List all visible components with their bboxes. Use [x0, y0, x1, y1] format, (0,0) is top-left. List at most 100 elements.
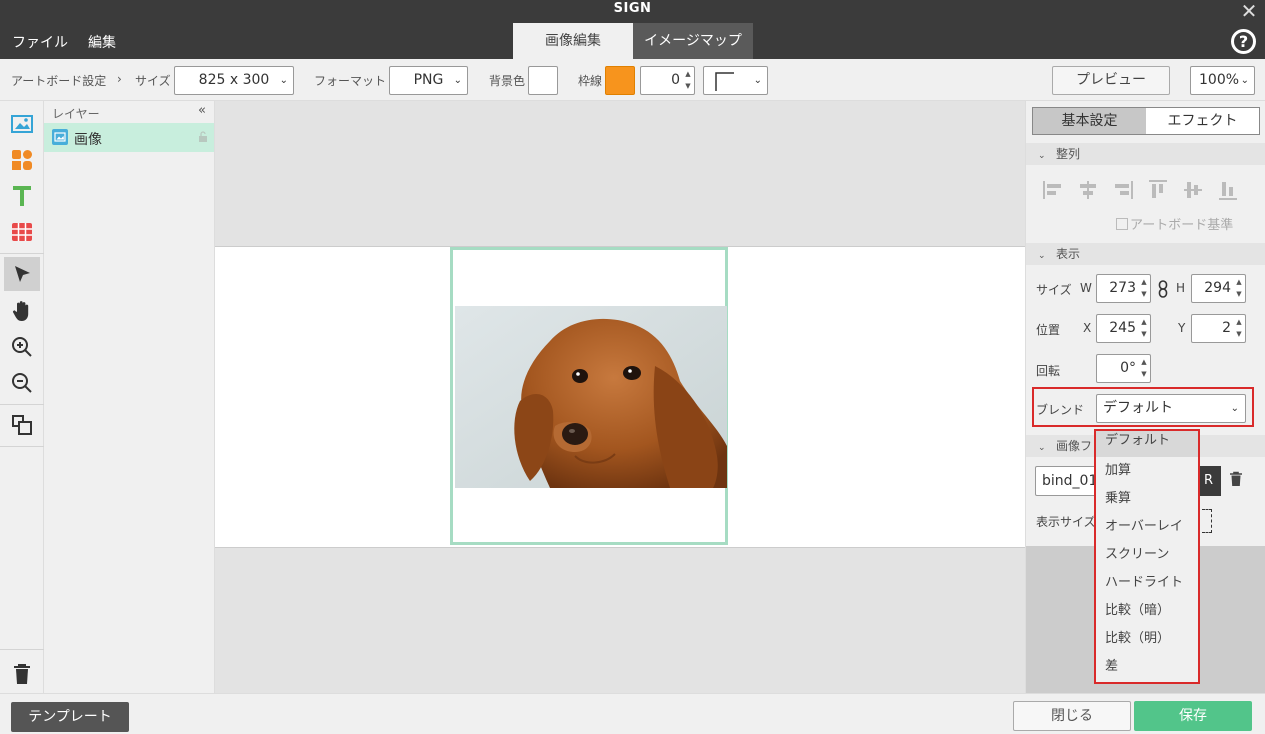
border-color-swatch[interactable] — [605, 66, 635, 95]
template-button[interactable]: テンプレート — [11, 702, 129, 732]
size-select[interactable]: 825 x 300 ⌄ — [174, 66, 294, 95]
blend-option-overlay[interactable]: オーバーレイ — [1096, 513, 1198, 541]
blend-option-hardlight[interactable]: ハードライト — [1096, 569, 1198, 597]
zoom-select[interactable]: 100% ⌄ — [1190, 66, 1255, 95]
menu-bar: ファイル 編集 — [12, 32, 116, 52]
shape-tool[interactable] — [4, 143, 40, 177]
blend-value: デフォルト — [1103, 400, 1173, 416]
display-section-header[interactable]: ⌄ 表示 — [1026, 243, 1265, 265]
rotate-value: 0° — [1120, 360, 1136, 376]
align-section-header[interactable]: ⌄ 整列 — [1026, 143, 1265, 165]
canvas-area[interactable] — [215, 101, 1025, 693]
selected-image-object[interactable] — [450, 247, 728, 545]
hand-icon — [12, 301, 29, 321]
tab-image-map[interactable]: イメージマップ — [633, 23, 753, 59]
spinner-icon[interactable]: ▲ ▼ — [683, 68, 693, 93]
align-center-v-icon[interactable] — [1182, 179, 1204, 201]
display-size-icon[interactable] — [1202, 509, 1212, 533]
table-tool[interactable] — [4, 215, 40, 249]
file-name: bind_01 — [1042, 473, 1098, 489]
bg-color-swatch[interactable] — [528, 66, 558, 95]
link-chain-icon[interactable] — [1158, 280, 1168, 298]
artboard-base-checkbox[interactable]: アートボード基準 — [1116, 214, 1233, 233]
x-label: X — [1083, 321, 1092, 335]
tab-effect[interactable]: エフェクト — [1146, 108, 1259, 134]
height-input[interactable]: 294 ▲ ▼ — [1191, 274, 1246, 303]
unlock-icon[interactable] — [198, 131, 208, 143]
rotate-input[interactable]: 0° ▲ ▼ — [1096, 354, 1151, 383]
separator — [0, 649, 44, 650]
close-icon[interactable]: ✕ — [1239, 1, 1259, 21]
trash-icon[interactable] — [1229, 471, 1243, 487]
delete-tool[interactable] — [4, 657, 40, 691]
table-icon — [12, 223, 32, 241]
y-input[interactable]: 2 ▲ ▼ — [1191, 314, 1246, 343]
x-input[interactable]: 245 ▲ ▼ — [1096, 314, 1151, 343]
spinner-icon[interactable]: ▲ ▼ — [1139, 356, 1149, 381]
menu-edit[interactable]: 編集 — [88, 32, 116, 52]
blend-option-multiply[interactable]: 乗算 — [1096, 485, 1198, 513]
help-icon[interactable]: ? — [1231, 29, 1256, 54]
tab-image-edit[interactable]: 画像編集 — [513, 23, 633, 59]
blend-option-default[interactable]: デフォルト — [1096, 431, 1198, 457]
arrow-pointer-icon — [15, 266, 30, 282]
blend-option-screen[interactable]: スクリーン — [1096, 541, 1198, 569]
title-bar: SIGN ✕ ファイル 編集 画像編集 イメージマップ ? — [0, 0, 1265, 59]
spinner-icon[interactable]: ▲ ▼ — [1139, 316, 1149, 341]
blend-select[interactable]: デフォルト ⌄ — [1096, 394, 1246, 423]
chevron-right-icon: › — [117, 72, 122, 86]
blend-option-difference[interactable]: 差 — [1096, 653, 1198, 681]
border-label: 枠線 — [578, 74, 603, 88]
y-label: Y — [1178, 321, 1186, 335]
align-bottom-icon[interactable] — [1217, 179, 1239, 201]
spinner-icon[interactable]: ▲ ▼ — [1234, 316, 1244, 341]
y-value: 2 — [1222, 320, 1231, 336]
save-button[interactable]: 保存 — [1134, 701, 1252, 731]
align-top-icon[interactable] — [1147, 179, 1169, 201]
layer-panel-title: レイヤー — [52, 107, 100, 121]
layer-name: 画像 — [74, 132, 102, 148]
blend-option-darken[interactable]: 比較（暗） — [1096, 597, 1198, 625]
spinner-icon[interactable]: ▲ ▼ — [1234, 276, 1244, 301]
height-value: 294 — [1204, 280, 1231, 296]
align-center-h-icon[interactable] — [1077, 179, 1099, 201]
blend-option-add[interactable]: 加算 — [1096, 457, 1198, 485]
zoom-out-tool[interactable] — [4, 366, 40, 400]
blend-option-lighten[interactable]: 比較（明） — [1096, 625, 1198, 653]
border-width-input[interactable]: 0 ▲ ▼ — [640, 66, 695, 95]
size-prop-label: サイズ — [1036, 283, 1072, 297]
blend-dropdown[interactable]: デフォルト 加算 乗算 オーバーレイ スクリーン ハードライト 比較（暗） 比較… — [1094, 429, 1200, 684]
zoom-in-tool[interactable] — [4, 330, 40, 364]
blend-label: ブレンド — [1036, 403, 1085, 417]
select-tool[interactable] — [4, 257, 40, 291]
menu-file[interactable]: ファイル — [12, 32, 68, 52]
separator — [0, 446, 44, 447]
format-label: フォーマット — [314, 74, 387, 88]
close-button[interactable]: 閉じる — [1013, 701, 1131, 731]
preview-button[interactable]: プレビュー — [1052, 66, 1170, 95]
align-left-icon[interactable] — [1042, 179, 1064, 201]
collapse-icon[interactable]: « — [198, 103, 206, 118]
arrange-layers-icon — [12, 415, 32, 435]
tab-basic-settings[interactable]: 基本設定 — [1033, 108, 1146, 134]
text-tool[interactable] — [4, 179, 40, 213]
format-select[interactable]: PNG ⌄ — [389, 66, 468, 95]
layer-item[interactable]: 画像 — [44, 123, 214, 152]
arrange-tool[interactable] — [4, 408, 40, 442]
chevron-down-icon: ⌄ — [1038, 251, 1046, 261]
chevron-down-icon: ⌄ — [1038, 443, 1046, 453]
image-file-input[interactable]: bind_01 — [1035, 466, 1103, 496]
rotate-label: 回転 — [1036, 364, 1061, 378]
image-section-title: 画像フ — [1056, 439, 1093, 453]
shapes-icon — [12, 150, 32, 170]
image-tool[interactable] — [4, 107, 40, 141]
align-right-icon[interactable] — [1112, 179, 1134, 201]
width-input[interactable]: 273 ▲ ▼ — [1096, 274, 1151, 303]
corner-style-select[interactable]: ⌄ — [703, 66, 768, 95]
hand-tool[interactable] — [4, 294, 40, 328]
spinner-icon[interactable]: ▲ ▼ — [1139, 276, 1149, 301]
x-value: 245 — [1109, 320, 1136, 336]
text-icon — [13, 186, 31, 206]
zoom-out-icon — [12, 373, 32, 393]
border-width-value: 0 — [671, 72, 680, 88]
